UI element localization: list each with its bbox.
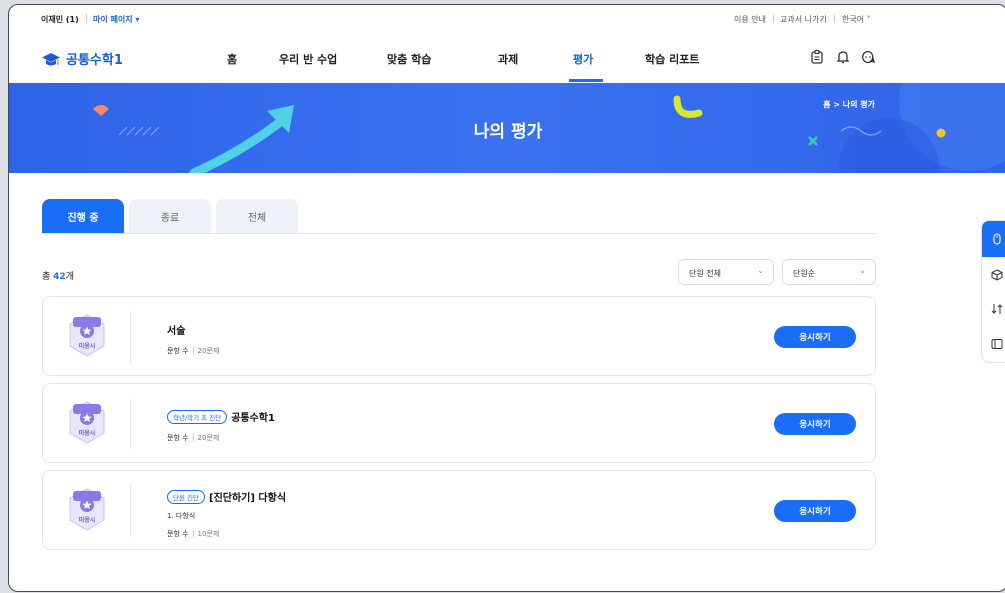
tab-divider — [42, 233, 876, 234]
assessment-title: 학년/학기 초 진단 공통수학1 — [167, 409, 275, 424]
page-title: 나의 평가 — [473, 122, 543, 142]
app-window: 이재민 (1) 마이 페이지 ▾ 이용 안내 교과서 나가기 한국어 ˅ 공통수… — [8, 4, 1005, 592]
unit-name: 1. 다항식 — [167, 512, 196, 520]
sort-select[interactable]: 단원순 ⌄ — [782, 259, 876, 285]
chevron-down-icon: ⌄ — [757, 266, 764, 275]
medal-icon — [69, 488, 105, 531]
breadcrumb[interactable]: 홈 > 나의 평가 — [823, 99, 875, 110]
assessment-title: 단원 진단 [진단하기] 다항식 — [167, 489, 286, 504]
panel-icon[interactable] — [991, 338, 1003, 350]
main-nav: 공통수학1 홈 우리 반 수업 맞춤 학습 과제 평가 학습 리포트 — [9, 31, 1005, 83]
medal-icon — [69, 401, 105, 444]
status-badge: 미응시 — [67, 400, 107, 446]
my-page-link[interactable]: 마이 페이지 ▾ — [93, 14, 139, 25]
language-select[interactable]: 한국어 ˅ — [842, 14, 871, 25]
tab-all[interactable]: 전체 — [216, 199, 298, 233]
tab-ended[interactable]: 종료 — [129, 199, 211, 233]
chat-icon[interactable] — [860, 49, 876, 65]
question-count: 문항 수 20문제 — [167, 434, 220, 442]
active-nav-indicator — [569, 79, 603, 82]
take-test-button[interactable]: 응시하기 — [774, 413, 856, 435]
user-name: 이재민 (1) — [41, 15, 79, 24]
cube-icon[interactable] — [991, 269, 1003, 281]
assessment-card: 미응시 학년/학기 초 진단 공통수학1 문항 수 20문제 응시하기 — [42, 383, 876, 463]
nav-class[interactable]: 우리 반 수업 — [279, 51, 337, 67]
utility-bar: 이재민 (1) 마이 페이지 ▾ 이용 안내 교과서 나가기 한국어 ˅ — [9, 5, 1005, 31]
category-chip: 학년/학기 초 진단 — [167, 410, 228, 424]
logo[interactable]: 공통수학1 — [41, 49, 123, 68]
take-test-button[interactable]: 응시하기 — [774, 326, 856, 348]
clipboard-icon[interactable] — [809, 49, 825, 65]
question-count: 문항 수 20문제 — [167, 347, 220, 355]
assessment-card: 미응시 단원 진단 [진단하기] 다항식 1. 다항식 문항 수 10문제 응시하기 — [42, 470, 876, 550]
nav-report[interactable]: 학습 리포트 — [645, 51, 699, 67]
floating-toolbar — [981, 220, 1005, 363]
page-banner: 나의 평가 홈 > 나의 평가 — [9, 83, 1005, 173]
question-count: 문항 수 10문제 — [167, 530, 220, 538]
assessment-card: 미응시 서술 문항 수 20문제 응시하기 — [42, 296, 876, 376]
logo-text: 공통수학1 — [66, 53, 123, 68]
total-count: 총 42개 — [42, 272, 74, 282]
mouse-tool-button[interactable] — [982, 221, 1005, 257]
nav-assignment[interactable]: 과제 — [498, 51, 518, 67]
category-chip: 단원 진단 — [167, 490, 205, 504]
status-badge: 미응시 — [67, 313, 107, 359]
mouse-icon — [993, 233, 1001, 245]
tab-in-progress[interactable]: 진행 중 — [42, 199, 124, 233]
take-test-button[interactable]: 응시하기 — [774, 500, 856, 522]
graduation-cap-icon — [42, 52, 60, 65]
bell-icon[interactable] — [835, 49, 851, 65]
nav-evaluation[interactable]: 평가 — [573, 51, 593, 67]
status-badge: 미응시 — [67, 487, 107, 533]
chevron-down-icon: ⌄ — [859, 266, 866, 275]
unit-filter-select[interactable]: 단원 전체 ⌄ — [678, 259, 774, 285]
nav-home[interactable]: 홈 — [227, 51, 237, 67]
medal-icon — [69, 314, 105, 357]
guide-link[interactable]: 이용 안내 — [734, 14, 766, 25]
exit-textbook-link[interactable]: 교과서 나가기 — [780, 14, 827, 25]
swap-icon[interactable] — [991, 303, 1003, 315]
nav-custom-learning[interactable]: 맞춤 학습 — [387, 51, 431, 67]
assessment-title: 서술 — [167, 326, 186, 337]
